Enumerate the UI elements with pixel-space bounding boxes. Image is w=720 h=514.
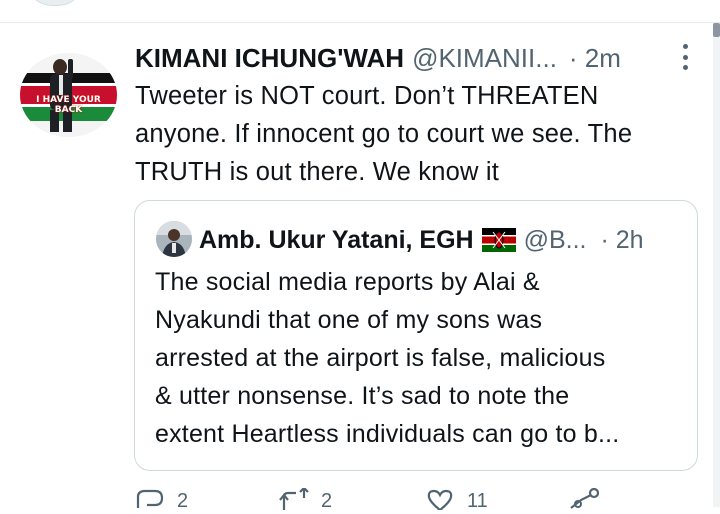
like-count: 11 (467, 490, 488, 512)
quoted-author-avatar[interactable] (156, 221, 192, 257)
author-name[interactable]: KIMANI ICHUNG'WAH (135, 43, 404, 74)
quoted-tweet-card[interactable]: Amb. Ukur Yatani, EGH @B... · 2h The soc… (134, 200, 698, 471)
reply-count: 2 (177, 490, 189, 512)
quoted-text-line: extent Heartless individuals can go to b… (155, 420, 620, 448)
retweet-button[interactable]: 2 (279, 488, 332, 512)
more-options-icon[interactable] (678, 44, 692, 70)
tweet-divider (0, 22, 720, 23)
tweet-timestamp[interactable]: · 2m (569, 43, 621, 74)
scrollbar-track[interactable] (713, 23, 720, 507)
tweet-text-line: Tweeter is NOT court. Don’t THREATEN (135, 82, 599, 110)
quoted-avatar-image (156, 221, 192, 257)
quoted-text-line: & utter nonsense. It’s sad to note the (155, 382, 570, 410)
reply-button[interactable]: 2 (135, 488, 188, 512)
quoted-tweet-timestamp[interactable]: · 2h (601, 226, 644, 255)
previous-tweet-edge (0, 0, 720, 22)
tweet-text: Tweeter is NOT court. Don’t THREATEN any… (135, 77, 705, 191)
author-handle[interactable]: @KIMANII... (412, 43, 557, 74)
avatar-caption: I HAVE YOUR BACK (36, 95, 101, 115)
quoted-text-line: arrested at the airport is false, malici… (155, 344, 606, 372)
like-button[interactable]: 11 (425, 488, 488, 512)
quoted-text-line: Nyakundi that one of my sons was (155, 306, 543, 334)
quoted-tweet-text: The social media reports by Alai & Nyaku… (155, 263, 691, 453)
tweet-text-line: anyone. If innocent go to court we see. … (135, 120, 633, 148)
quoted-author-handle[interactable]: @B... (524, 226, 587, 255)
quoted-text-line: The social media reports by Alai & (155, 268, 540, 296)
retweet-count: 2 (321, 490, 333, 512)
share-button[interactable] (569, 488, 599, 509)
tweet-action-bar: 2 2 11 (135, 488, 605, 512)
scrollbar-thumb[interactable] (713, 23, 720, 37)
previous-avatar (34, 0, 76, 6)
more-dot (682, 54, 688, 60)
tweet-text-line: TRUTH is out there. We know it (135, 158, 500, 186)
more-dot (682, 44, 688, 49)
author-avatar[interactable]: I HAVE YOUR BACK (20, 53, 117, 137)
quoted-tweet-header: Amb. Ukur Yatani, EGH @B... · 2h (199, 223, 689, 257)
tweet-header: KIMANI ICHUNG'WAH @KIMANII... · 2m (135, 40, 695, 76)
kenya-flag-icon (481, 228, 516, 252)
more-dot (682, 65, 688, 70)
quoted-author-name[interactable]: Amb. Ukur Yatani, EGH (199, 226, 474, 255)
